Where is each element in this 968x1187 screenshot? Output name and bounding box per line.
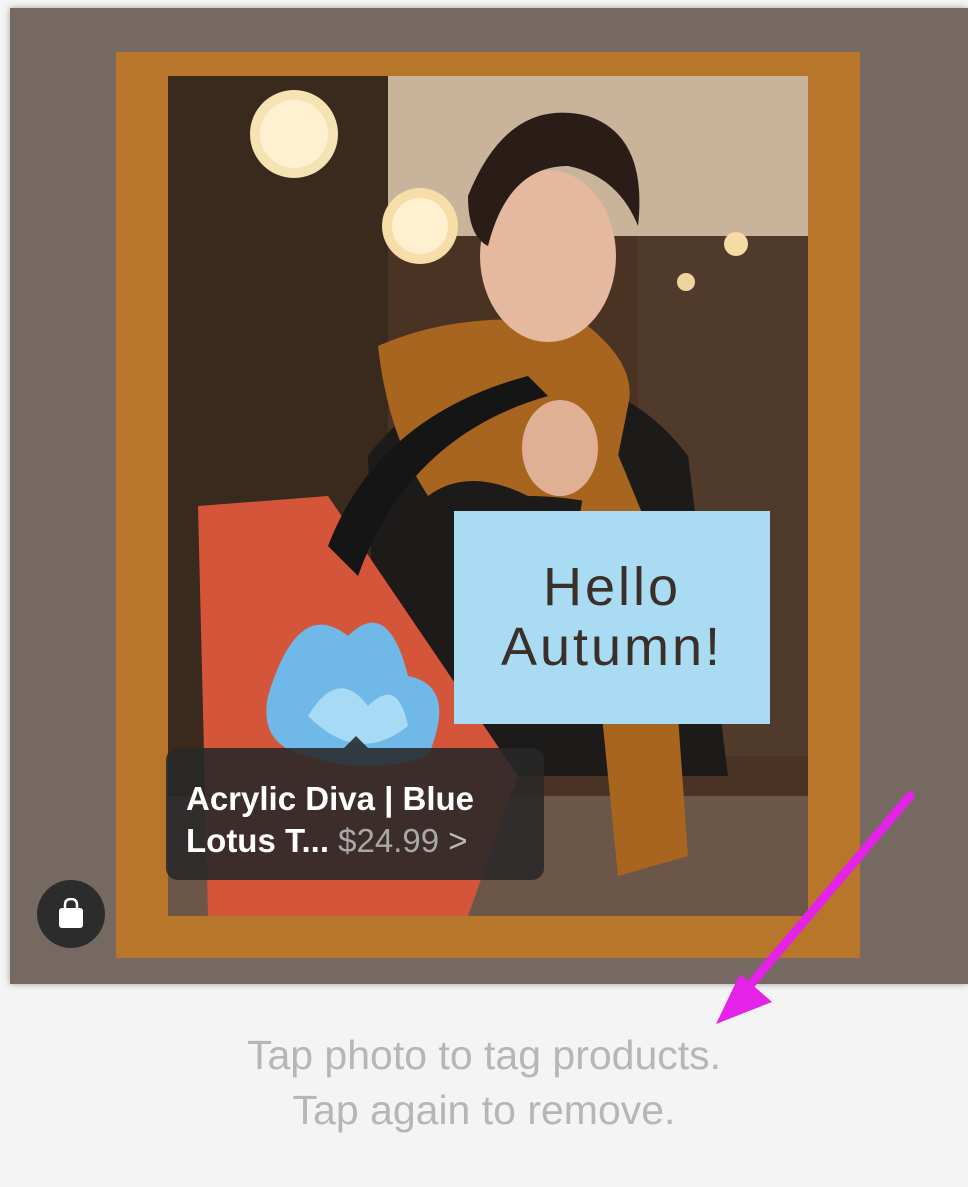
text-sticker[interactable]: Hello Autumn! [454, 511, 770, 724]
product-tag[interactable]: Acrylic Diva | Blue Lotus T... $24.99 > [166, 736, 544, 880]
text-sticker-line1: Hello [542, 557, 682, 618]
product-tag-price: $24.99 [338, 822, 440, 859]
instruction-line2: Tap again to remove. [292, 1087, 676, 1133]
shop-button[interactable] [37, 880, 105, 948]
text-sticker-line2: Autumn! [500, 616, 724, 677]
instruction-text: Tap photo to tag products. Tap again to … [0, 1028, 968, 1138]
product-tag-title-line1: Acrylic Diva | Blue [186, 780, 475, 817]
shopping-bag-icon [59, 898, 83, 928]
screen: Hello Autumn! Acrylic Diva | Blue Lotus … [0, 0, 968, 1187]
product-tag-title-line2: Lotus T... [186, 822, 329, 859]
chevron-right-icon: > [448, 822, 468, 859]
product-tag-line2: Lotus T... $24.99 > [186, 820, 544, 862]
instruction-line1: Tap photo to tag products. [246, 1032, 722, 1078]
